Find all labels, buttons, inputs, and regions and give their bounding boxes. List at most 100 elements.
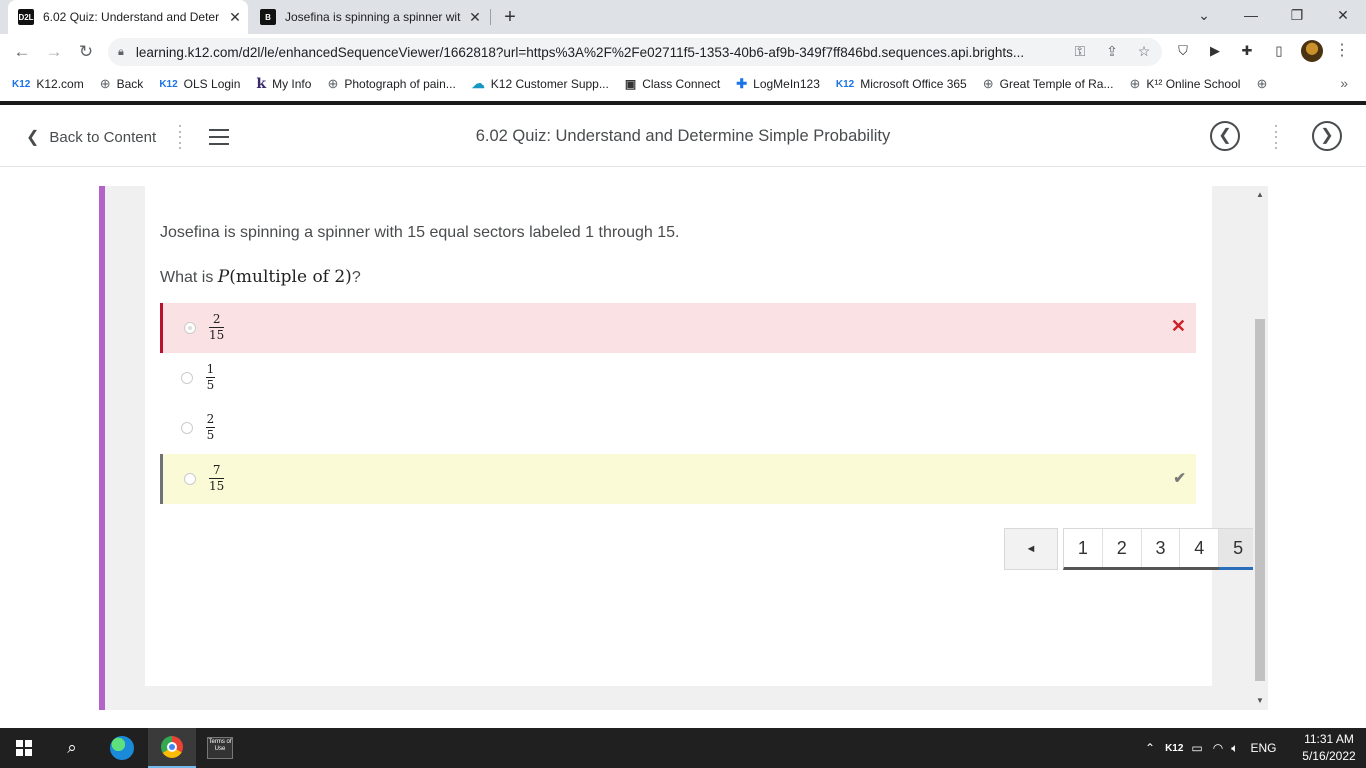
fraction: 2 15: [209, 312, 225, 342]
bookmark-customer-support[interactable]: ☁ K12 Customer Supp...: [472, 76, 609, 92]
close-tab-icon[interactable]: ✕: [462, 9, 488, 26]
page-button-3[interactable]: 3: [1142, 529, 1181, 567]
salesforce-cloud-icon: ☁: [471, 76, 485, 91]
side-panel-icon[interactable]: ▯: [1269, 41, 1289, 61]
bookmark-globe[interactable]: ⊕: [1256, 76, 1273, 92]
globe-icon: ⊕: [1256, 76, 1268, 91]
bookmark-star-icon[interactable]: ☆: [1131, 38, 1157, 64]
volume-icon[interactable]: 🔈︎: [1231, 741, 1238, 756]
bookmarks-overflow-icon[interactable]: »: [1340, 75, 1348, 91]
header-divider: [177, 125, 183, 149]
next-topic-icon[interactable]: ❯: [1312, 121, 1342, 151]
question-panel: Josefina is spinning a spinner with 15 e…: [145, 186, 1258, 686]
radio-button[interactable]: [184, 322, 196, 334]
bookmark-photograph[interactable]: ⊕ Photograph of pain...: [327, 76, 455, 92]
bookmark-online-school[interactable]: ⊕ K¹² Online School: [1129, 76, 1240, 92]
puzzle-extensions-icon[interactable]: ✚: [1237, 41, 1257, 61]
page-button-2[interactable]: 2: [1103, 529, 1142, 567]
url-text[interactable]: learning.k12.com/d2l/le/enhancedSequence…: [136, 45, 1056, 60]
back-to-content-label: Back to Content: [49, 128, 157, 146]
tab-title: Josefina is spinning a spinner wit: [285, 10, 461, 24]
page-button-5[interactable]: 5: [1219, 529, 1257, 570]
fraction: 7 15: [209, 463, 225, 493]
scroll-down-icon[interactable]: ▼: [1253, 694, 1267, 708]
windows-logo-icon: [16, 740, 32, 756]
menu-hamburger-icon[interactable]: [209, 129, 229, 145]
windows-taskbar: ⌕ Terms of Use ⌃ K12 ▭ ◠ 🔈︎ ENG 11:31 AM…: [0, 728, 1366, 768]
terms-of-use-icon: Terms of Use: [207, 737, 233, 759]
fraction: 15: [206, 362, 215, 392]
tab-search-chevron-down-icon[interactable]: ⌄: [1181, 0, 1227, 30]
start-button[interactable]: [0, 728, 48, 768]
page-button-4[interactable]: 4: [1180, 529, 1220, 567]
address-bar[interactable]: 🔒︎ learning.k12.com/d2l/le/enhancedSeque…: [108, 38, 1162, 66]
scrollbar[interactable]: ▲ ▼: [1253, 186, 1267, 710]
new-tab-icon[interactable]: +: [498, 5, 522, 29]
back-to-content-link[interactable]: ❮ Back to Content: [26, 127, 156, 147]
k12-icon: K12: [12, 78, 31, 90]
content-frame: Josefina is spinning a spinner with 15 e…: [99, 186, 1268, 710]
scrollbar-thumb[interactable]: [1255, 319, 1265, 681]
bookmark-ols-login[interactable]: K12 OLS Login: [159, 77, 240, 91]
video-icon: ▣: [624, 77, 637, 91]
tab-title: 6.02 Quiz: Understand and Deter: [43, 10, 220, 24]
bookmark-back[interactable]: ⊕ Back: [100, 76, 144, 92]
reload-icon[interactable]: ↻: [72, 38, 100, 66]
browser-menu-icon[interactable]: ⋮: [1334, 40, 1350, 62]
tray-k12-icon[interactable]: K12: [1165, 743, 1183, 754]
answer-option[interactable]: 7 15 ✔: [160, 454, 1196, 504]
page-button-1[interactable]: 1: [1064, 529, 1103, 567]
incorrect-x-icon: ✕: [1170, 316, 1186, 336]
tab-quiz[interactable]: D2L 6.02 Quiz: Understand and Deter ✕: [8, 0, 248, 34]
radio-button[interactable]: [181, 422, 193, 434]
answer-option[interactable]: 15: [160, 353, 1196, 403]
edge-icon: [110, 736, 134, 760]
scroll-up-icon[interactable]: ▲: [1253, 188, 1267, 202]
bookmark-office365[interactable]: K12 Microsoft Office 365: [836, 77, 967, 91]
search-icon: ⌕: [67, 738, 77, 757]
question-text: Josefina is spinning a spinner with 15 e…: [160, 224, 680, 241]
restore-icon[interactable]: ❐: [1274, 0, 1320, 30]
forward-arrow-icon[interactable]: →: [40, 38, 68, 66]
key-icon[interactable]: ⚿: [1067, 38, 1093, 64]
terms-taskbar-button[interactable]: Terms of Use: [196, 728, 244, 768]
globe-icon: ⊕: [1129, 76, 1141, 91]
language-indicator[interactable]: ENG: [1250, 741, 1276, 755]
clock[interactable]: 11:31 AM 5/16/2022: [1298, 731, 1360, 765]
back-arrow-icon[interactable]: ←: [8, 38, 36, 66]
tray-chevron-up-icon[interactable]: ⌃: [1145, 741, 1155, 755]
close-window-icon[interactable]: ✕: [1320, 0, 1366, 30]
pager-previous-button[interactable]: ◄: [1004, 528, 1058, 570]
tab-brainly[interactable]: B Josefina is spinning a spinner wit ✕: [252, 0, 488, 34]
radio-button[interactable]: [184, 473, 196, 485]
chrome-taskbar-button[interactable]: [148, 728, 196, 768]
answer-option[interactable]: 25: [160, 403, 1196, 453]
bookmark-k12[interactable]: K12 K12.com: [12, 77, 84, 91]
quiz-header: ❮ Back to Content 6.02 Quiz: Understand …: [0, 105, 1366, 167]
probability-expression: P(multiple of 2): [217, 267, 352, 287]
previous-topic-icon[interactable]: ❮: [1210, 121, 1240, 151]
k12-script-icon: k: [256, 76, 267, 92]
search-button[interactable]: ⌕: [48, 728, 96, 768]
correct-check-icon: ✔: [1173, 470, 1186, 487]
fraction: 25: [206, 412, 215, 442]
chevron-left-icon: ❮: [26, 129, 40, 146]
shield-extension-icon[interactable]: ⛉: [1173, 41, 1193, 61]
radio-button[interactable]: [181, 372, 193, 384]
edge-taskbar-button[interactable]: [98, 728, 146, 768]
close-tab-icon[interactable]: ✕: [222, 9, 248, 26]
tab-divider: [490, 9, 491, 25]
minimize-icon[interactable]: —: [1228, 0, 1274, 30]
bookmark-great-temple[interactable]: ⊕ Great Temple of Ra...: [983, 76, 1114, 92]
wifi-icon[interactable]: ◠: [1213, 741, 1223, 755]
share-icon[interactable]: ⇪: [1099, 38, 1125, 64]
bookmark-logmein[interactable]: ✚ LogMeIn123: [736, 76, 820, 92]
battery-icon[interactable]: ▭: [1191, 741, 1202, 755]
bookmark-my-info[interactable]: k My Info: [256, 76, 311, 92]
lock-icon[interactable]: 🔒︎: [118, 46, 124, 59]
bookmark-class-connect[interactable]: ▣ Class Connect: [625, 77, 720, 91]
system-tray: ⌃ K12 ▭ ◠ 🔈︎ ENG: [1145, 728, 1276, 768]
profile-avatar[interactable]: [1301, 40, 1323, 62]
answer-option[interactable]: 2 15 ✕: [160, 303, 1196, 353]
video-extension-icon[interactable]: ▶: [1205, 41, 1225, 61]
